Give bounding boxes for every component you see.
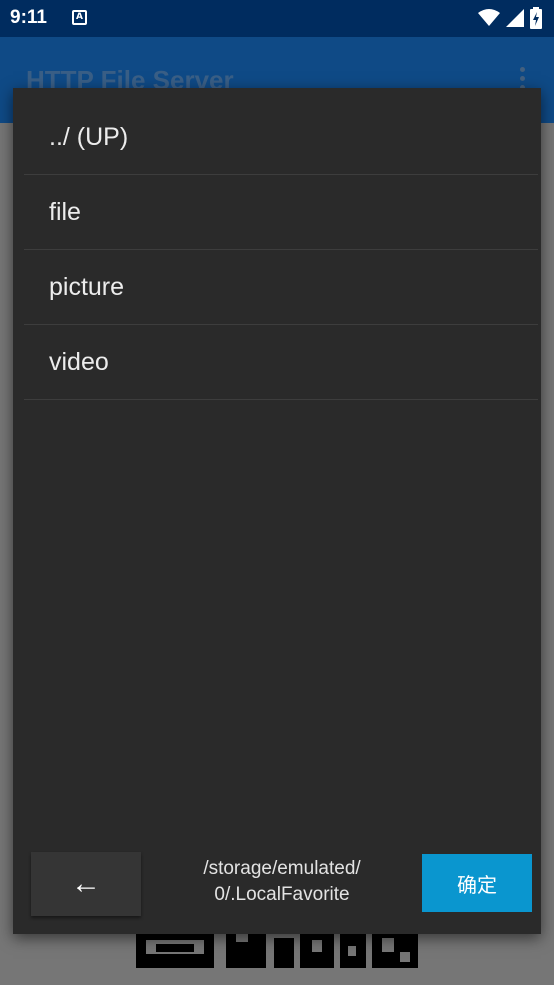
folder-item-file[interactable]: file <box>24 175 538 250</box>
status-time: 9:11 <box>10 7 47 28</box>
status-bar: 9:11 A <box>0 0 554 37</box>
system-icons <box>478 7 542 29</box>
folder-item-up[interactable]: ../ (UP) <box>24 88 538 175</box>
battery-charging-icon <box>530 7 542 29</box>
more-vert-icon[interactable] <box>520 67 526 90</box>
wifi-icon <box>478 9 500 26</box>
notification-icon: A <box>72 10 87 25</box>
dialog-footer: ← /storage/emulated/ 0/.LocalFavorite 确定 <box>13 850 541 918</box>
signal-icon <box>506 9 524 27</box>
folder-chooser-dialog: ../ (UP) file picture video ← /storage/e… <box>13 88 541 934</box>
back-button[interactable]: ← <box>31 852 141 916</box>
current-path: /storage/emulated/ 0/.LocalFavorite <box>161 856 403 908</box>
confirm-button[interactable]: 确定 <box>422 854 532 912</box>
folder-item-video[interactable]: video <box>24 325 538 400</box>
current-path-line-2: 0/.LocalFavorite <box>214 884 350 905</box>
qr-code-image <box>136 930 418 968</box>
current-path-line-1: /storage/emulated/ <box>203 858 361 879</box>
folder-list: ../ (UP) file picture video <box>24 88 538 400</box>
folder-item-picture[interactable]: picture <box>24 250 538 325</box>
